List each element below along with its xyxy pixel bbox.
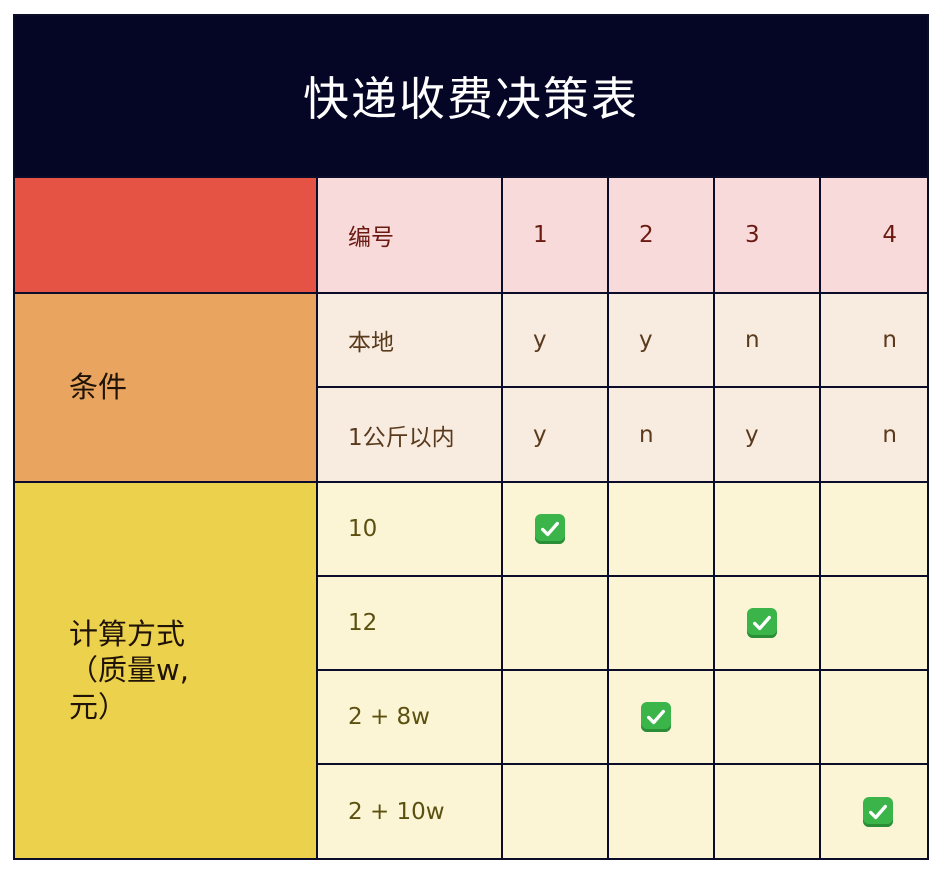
calculation-group-label: 计算方式 （质量w, 元） [15,483,316,858]
calculation-group-line-2: （质量w, [69,653,189,688]
calc-label-2-plus-10w: 2 + 10w [318,765,501,858]
header-col-2: 2 [609,178,713,292]
conditions-group-label: 条件 [15,294,316,481]
condition-weight-col-1: y [503,388,607,481]
condition-local-col-1: y [503,294,607,386]
calc-cell-r2-c3 [715,577,819,669]
check-mark-button-icon [863,796,893,827]
calc-cell-r1-c2 [609,483,713,575]
condition-local-col-3: n [715,294,819,386]
calc-cell-r2-c1 [503,577,607,669]
calc-cell-r3-c1 [503,671,607,763]
header-col-3: 3 [715,178,819,292]
header-col-4: 4 [821,178,927,292]
decision-table: 快递收费决策表 编号 1 2 3 4 条件 本地 y y n n 1公斤以内 y… [13,14,929,860]
condition-local-col-2: y [609,294,713,386]
condition-weight-col-2: n [609,388,713,481]
calculation-group-line-1: 计算方式 [69,617,186,652]
calc-label-12: 12 [318,577,501,669]
check-mark-button-icon [641,702,671,732]
calc-cell-r2-c2 [609,577,713,669]
condition-label-local: 本地 [318,294,501,386]
calc-cell-r3-c4 [821,671,927,763]
calc-cell-r2-c4 [821,577,927,669]
check-mark-button-icon [535,514,565,544]
calc-cell-r1-c3 [715,483,819,575]
calc-cell-r3-c2 [609,671,713,763]
calculation-group-line-3: 元） [69,689,128,724]
condition-weight-col-4: n [821,388,927,481]
table-title: 快递收费决策表 [303,72,639,126]
calc-label-2-plus-8w: 2 + 8w [318,671,501,763]
calc-cell-r1-c1 [503,483,607,575]
calc-cell-r4-c2 [609,765,713,858]
condition-label-weight: 1公斤以内 [318,388,501,481]
calc-cell-r4-c3 [715,765,819,858]
check-mark-button-icon [747,608,777,638]
header-number-label: 编号 [318,178,501,292]
calc-cell-r3-c3 [715,671,819,763]
condition-weight-col-3: y [715,388,819,481]
calc-label-10: 10 [318,483,501,575]
table-title-bar: 快递收费决策表 [15,16,927,176]
calc-cell-r4-c1 [503,765,607,858]
calc-cell-r4-c4 [821,765,927,858]
calc-cell-r1-c4 [821,483,927,575]
condition-local-col-4: n [821,294,927,386]
header-col-1: 1 [503,178,607,292]
header-corner-cell [15,178,316,292]
